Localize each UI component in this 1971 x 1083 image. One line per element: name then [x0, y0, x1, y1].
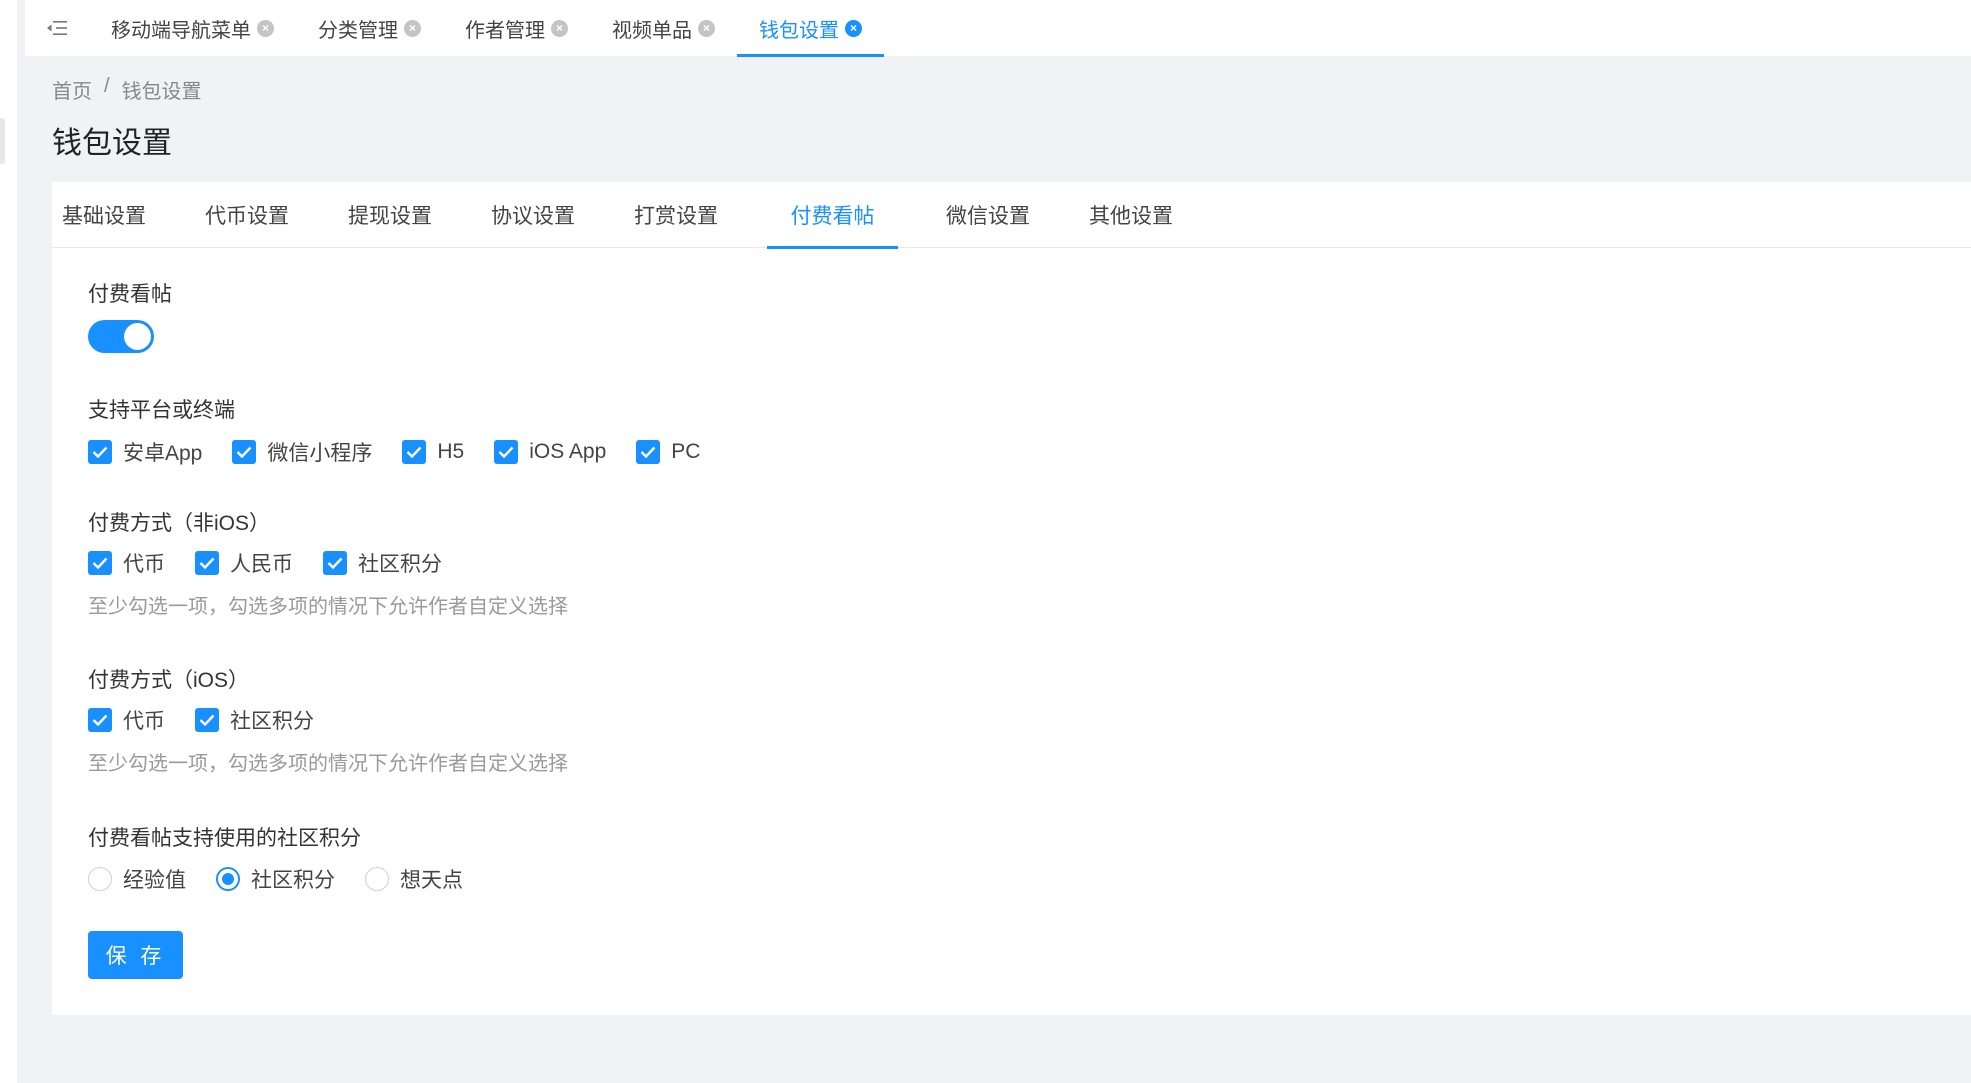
tab-label: 分类管理	[318, 19, 398, 42]
option-label: H5	[437, 440, 465, 463]
option-label: 安卓App	[123, 442, 203, 465]
close-icon[interactable]: ×	[257, 19, 274, 37]
tab-label: 作者管理	[465, 19, 545, 42]
check-icon	[195, 551, 219, 575]
tab-video-items[interactable]: 视频单品 ×	[590, 0, 737, 57]
pay-ios-label: 付费方式（iOS）	[88, 669, 250, 692]
tab-label: 钱包设置	[759, 19, 839, 42]
check-icon	[323, 551, 347, 575]
paid-view-label: 付费看帖	[88, 283, 172, 306]
pay-non-ios-label: 付费方式（非iOS）	[88, 512, 271, 535]
checkbox-ios-app[interactable]: iOS App	[494, 440, 606, 464]
option-label: iOS App	[529, 440, 607, 463]
pay-non-ios-options: 代币 人民币 社区积分	[88, 548, 472, 578]
radio-circle	[216, 867, 240, 891]
close-icon[interactable]: ×	[845, 19, 862, 37]
check-icon	[232, 440, 257, 464]
radio-experience[interactable]: 经验值	[88, 864, 186, 894]
checkbox-android-app[interactable]: 安卓App	[88, 437, 202, 467]
checkbox-wechat-miniprogram[interactable]: 微信小程序	[232, 437, 372, 467]
tab-author-management[interactable]: 作者管理 ×	[443, 0, 590, 57]
sidebar-active-marker	[0, 118, 5, 164]
checkbox-rmb[interactable]: 人民币	[195, 548, 293, 578]
tab-agreement-settings[interactable]: 协议设置	[481, 182, 585, 248]
points-type-options: 经验值 社区积分 想天点	[88, 864, 493, 894]
tab-strip: 移动端导航菜单 × 分类管理 × 作者管理 × 视频单品 × 钱包设置 ×	[25, 0, 1971, 57]
radio-circle	[88, 867, 112, 891]
pay-ios-help: 至少勾选一项，勾选多项的情况下允许作者自定义选择	[88, 753, 568, 775]
pay-non-ios-help: 至少勾选一项，勾选多项的情况下允许作者自定义选择	[88, 596, 568, 618]
tab-withdraw-settings[interactable]: 提现设置	[338, 182, 442, 248]
tab-label: 移动端导航菜单	[111, 19, 251, 42]
close-icon[interactable]: ×	[551, 19, 568, 37]
close-icon[interactable]: ×	[404, 19, 421, 37]
option-label: 代币	[123, 710, 165, 733]
tab-paid-view[interactable]: 付费看帖	[767, 182, 898, 249]
tab-label: 视频单品	[612, 19, 692, 42]
check-icon	[494, 440, 519, 464]
breadcrumb-separator: /	[104, 75, 110, 97]
menu-collapse-icon[interactable]	[25, 0, 89, 57]
tab-basic-settings[interactable]: 基础设置	[52, 182, 156, 248]
option-label: 微信小程序	[267, 442, 373, 465]
tab-token-settings[interactable]: 代币设置	[195, 182, 299, 248]
settings-card: 基础设置 代币设置 提现设置 协议设置 打赏设置 付费看帖 微信设置 其他设置 …	[52, 182, 1971, 1015]
check-icon	[88, 440, 112, 464]
option-label: 经验值	[123, 869, 186, 892]
checkbox-h5[interactable]: H5	[402, 440, 464, 464]
checkbox-ios-token[interactable]: 代币	[88, 705, 165, 735]
tab-wechat-settings[interactable]: 微信设置	[936, 182, 1040, 248]
platforms-label: 支持平台或终端	[88, 399, 235, 422]
radio-community-points[interactable]: 社区积分	[216, 864, 335, 894]
breadcrumb-home[interactable]: 首页	[52, 75, 92, 104]
menu-fold-icon	[47, 21, 67, 35]
option-label: 社区积分	[358, 553, 442, 576]
radio-xiangtian-points[interactable]: 想天点	[365, 864, 463, 894]
paid-view-switch[interactable]	[88, 320, 154, 353]
option-label: 代币	[123, 553, 165, 576]
checkbox-community-points[interactable]: 社区积分	[323, 548, 442, 578]
tab-wallet-settings[interactable]: 钱包设置 ×	[737, 0, 884, 57]
tab-other-settings[interactable]: 其他设置	[1079, 182, 1183, 248]
tab-mobile-nav-menu[interactable]: 移动端导航菜单 ×	[89, 0, 296, 57]
breadcrumb: 首页 / 钱包设置	[52, 75, 202, 104]
tab-category-management[interactable]: 分类管理 ×	[296, 0, 443, 57]
close-icon[interactable]: ×	[698, 19, 715, 37]
option-label: 想天点	[400, 869, 463, 892]
check-icon	[636, 440, 661, 464]
points-type-label: 付费看帖支持使用的社区积分	[88, 827, 361, 850]
breadcrumb-current: 钱包设置	[121, 81, 202, 103]
platforms-options: 安卓App 微信小程序 H5 iOS App PC	[88, 437, 730, 467]
sidebar-edge	[0, 0, 17, 1083]
checkbox-pc[interactable]: PC	[636, 440, 700, 464]
check-icon	[195, 708, 219, 732]
checkbox-token[interactable]: 代币	[88, 548, 165, 578]
option-label: 社区积分	[251, 869, 335, 892]
check-icon	[88, 708, 112, 732]
check-icon	[88, 551, 112, 575]
tab-reward-settings[interactable]: 打赏设置	[624, 182, 728, 248]
pay-ios-options: 代币 社区积分	[88, 705, 344, 735]
option-label: 人民币	[230, 553, 293, 576]
checkbox-ios-community-points[interactable]: 社区积分	[195, 705, 314, 735]
check-icon	[402, 440, 427, 464]
save-button[interactable]: 保 存	[88, 931, 183, 979]
option-label: PC	[671, 440, 701, 463]
radio-circle	[365, 867, 389, 891]
page-title: 钱包设置	[52, 127, 172, 160]
switch-knob	[124, 323, 151, 350]
option-label: 社区积分	[230, 710, 314, 733]
settings-tab-bar: 基础设置 代币设置 提现设置 协议设置 打赏设置 付费看帖 微信设置 其他设置	[52, 182, 1971, 249]
